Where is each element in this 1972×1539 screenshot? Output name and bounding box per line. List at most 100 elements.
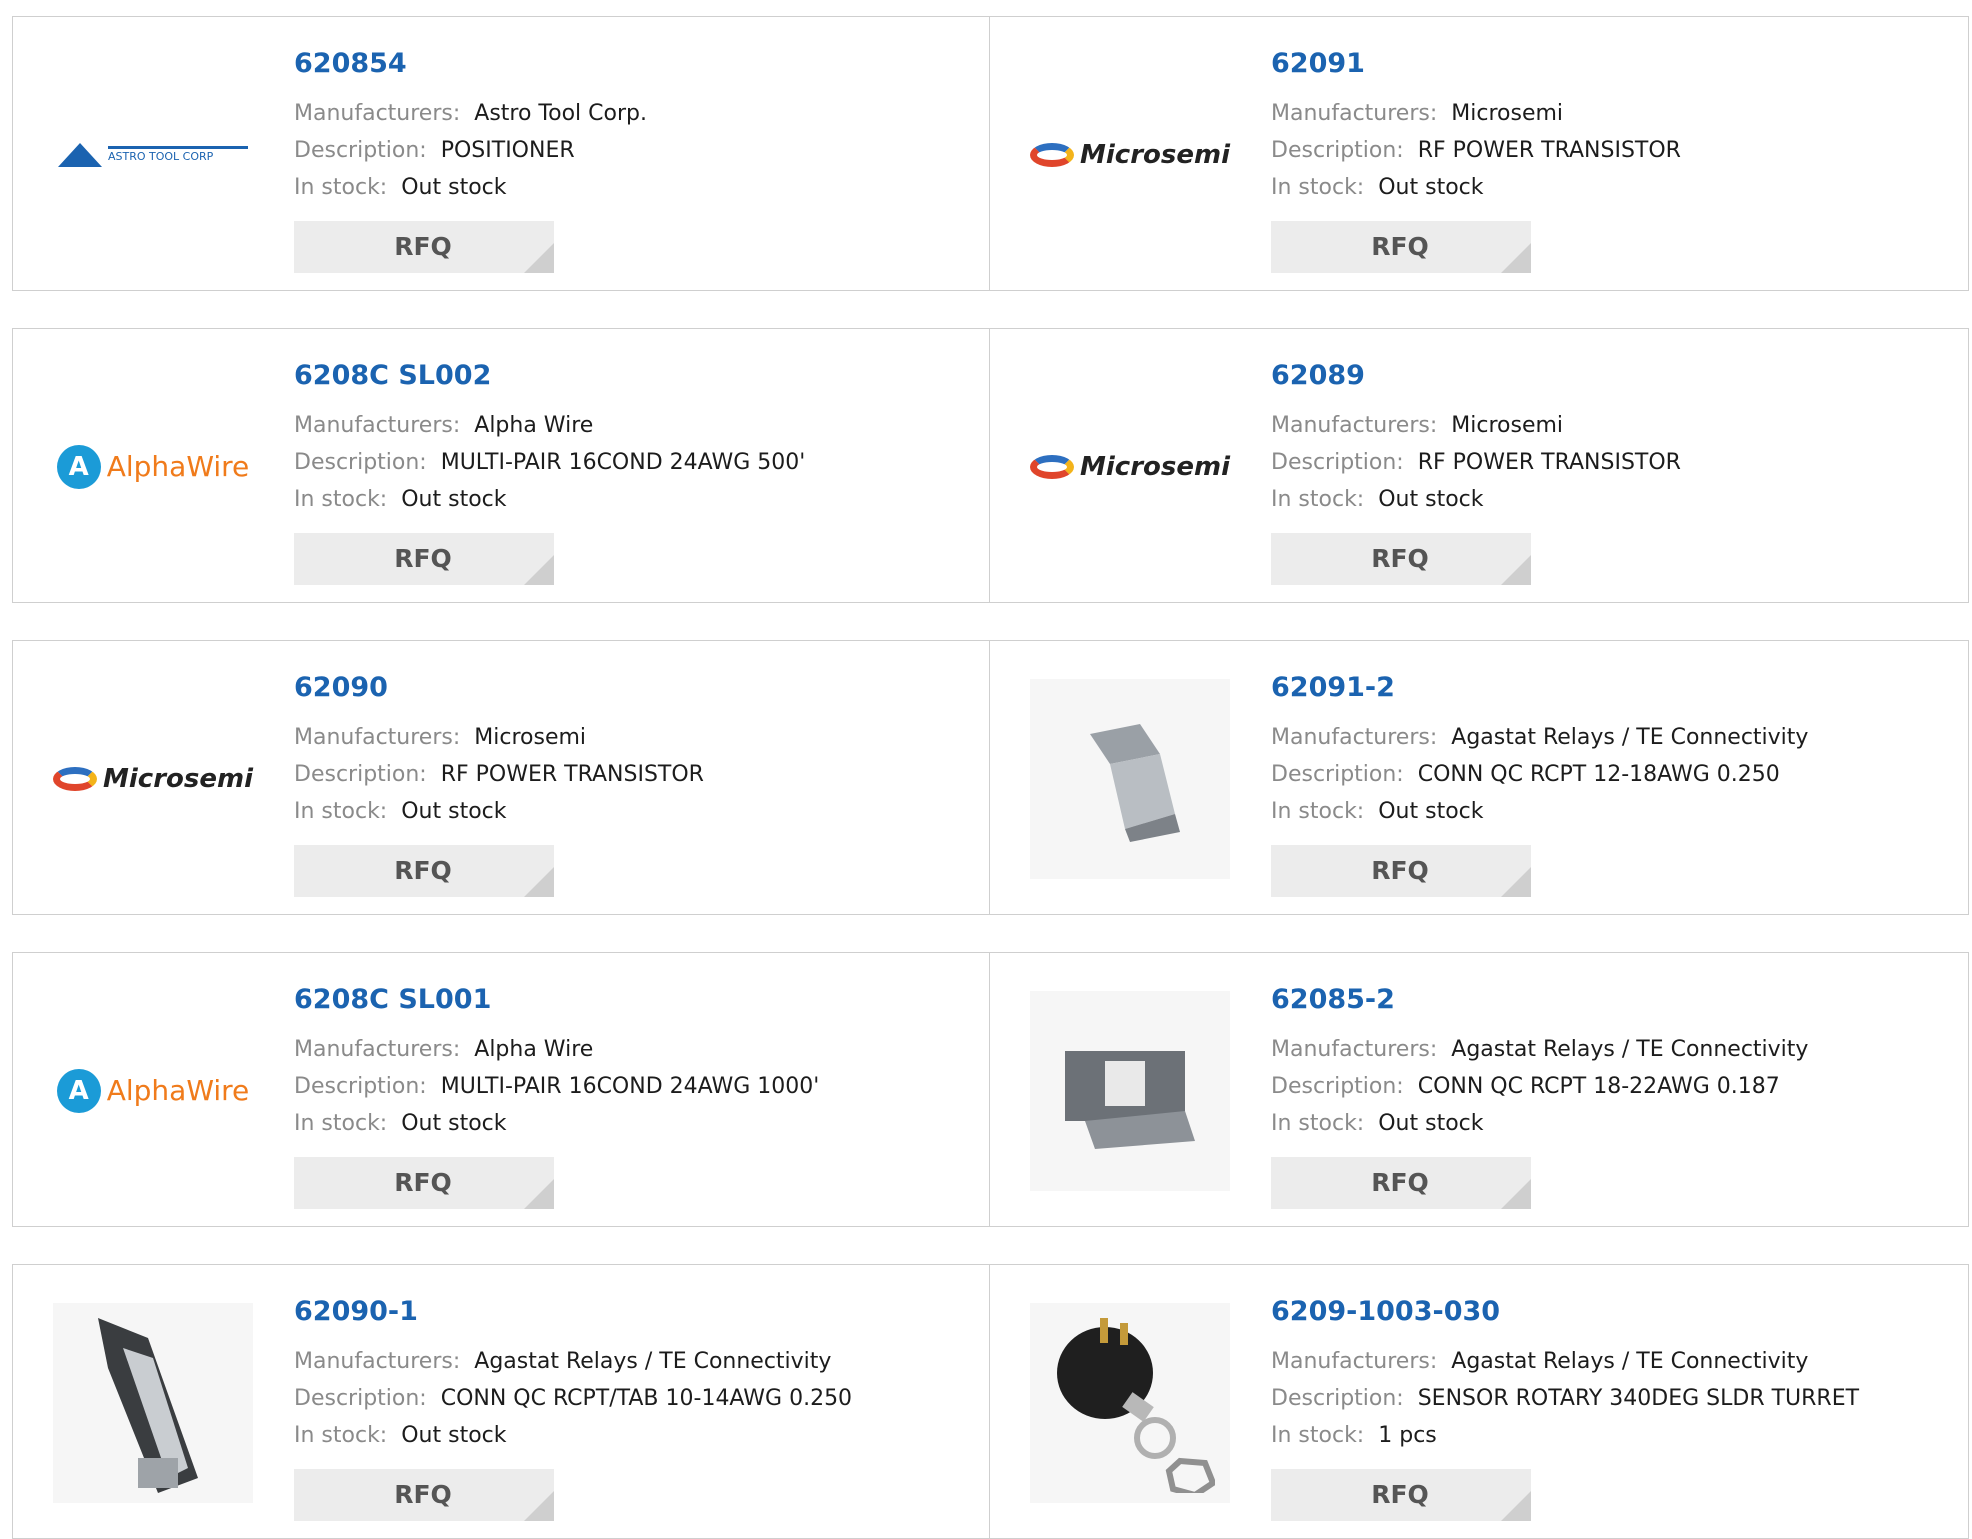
part-number-link[interactable]: 6208C SL001: [294, 983, 969, 1017]
manufacturer-value: Agastat Relays / TE Connectivity: [1451, 1037, 1809, 1062]
stock-value: Out stock: [401, 1423, 507, 1448]
product-grid: ASTRO TOOL CORP 620854 Manufacturers: Ast…: [12, 16, 1969, 1539]
rfq-button[interactable]: RFQ: [1271, 1157, 1531, 1209]
stock-value: Out stock: [1378, 175, 1484, 200]
manufacturer-value: Astro Tool Corp.: [474, 101, 647, 126]
stock-value: Out stock: [1378, 487, 1484, 512]
stock-value: Out stock: [401, 799, 507, 824]
part-number-link[interactable]: 62091-2: [1271, 671, 1948, 705]
stock-label: In stock:: [294, 1423, 388, 1448]
part-number-link[interactable]: 6208C SL002: [294, 359, 969, 393]
stock-label: In stock:: [1271, 175, 1365, 200]
part-number-link[interactable]: 62090-1: [294, 1295, 969, 1329]
manufacturer-label: Manufacturers:: [294, 1349, 461, 1374]
manufacturer-label: Manufacturers:: [1271, 1349, 1438, 1374]
product-card: Microsemi 62089 Manufacturers: Microsemi …: [990, 328, 1969, 603]
description-value: MULTI-PAIR 16COND 24AWG 1000': [440, 1074, 820, 1099]
manufacturer-value: Microsemi: [474, 725, 587, 750]
product-card: ASTRO TOOL CORP 620854 Manufacturers: Ast…: [12, 16, 990, 291]
stock-label: In stock:: [294, 487, 388, 512]
alphawire-logo: A AlphaWire: [53, 369, 253, 564]
connector-icon: [1090, 723, 1180, 842]
manufacturer-label: Manufacturers:: [1271, 101, 1438, 126]
product-card: A AlphaWire 6208C SL001 Manufacturers: Alp…: [12, 952, 990, 1227]
connector-photo: [1030, 990, 1230, 1191]
manufacturer-value: Alpha Wire: [474, 413, 594, 438]
description-label: Description:: [1271, 1386, 1404, 1411]
product-card: 62090-1 Manufacturers: Agastat Relays / T…: [12, 1264, 990, 1539]
description-value: POSITIONER: [440, 138, 575, 163]
description-label: Description:: [1271, 450, 1404, 475]
manufacturer-value: Agastat Relays / TE Connectivity: [1451, 725, 1809, 750]
stock-label: In stock:: [1271, 1423, 1365, 1448]
rfq-button[interactable]: RFQ: [294, 221, 554, 273]
part-number-link[interactable]: 62085-2: [1271, 983, 1948, 1017]
description-label: Description:: [294, 762, 427, 787]
stock-label: In stock:: [1271, 1111, 1365, 1136]
rfq-button[interactable]: RFQ: [294, 533, 554, 585]
stock-label: In stock:: [294, 799, 388, 824]
alphawire-logo: A AlphaWire: [53, 993, 253, 1188]
stock-value: 1 pcs: [1378, 1423, 1437, 1448]
connector-photo: [53, 1302, 253, 1503]
rfq-button[interactable]: RFQ: [294, 1157, 554, 1209]
manufacturer-label: Manufacturers:: [294, 725, 461, 750]
manufacturer-value: Microsemi: [1451, 101, 1564, 126]
rfq-button[interactable]: RFQ: [294, 1469, 554, 1521]
microsemi-logo: Microsemi: [53, 681, 253, 876]
part-number-link[interactable]: 6209-1003-030: [1271, 1295, 1948, 1329]
description-value: MULTI-PAIR 16COND 24AWG 500': [440, 450, 806, 475]
stock-label: In stock:: [1271, 799, 1365, 824]
description-value: RF POWER TRANSISTOR: [440, 762, 704, 787]
stock-value: Out stock: [401, 487, 507, 512]
connector-photo: [1030, 678, 1230, 879]
connector-icon: [98, 1317, 198, 1493]
manufacturer-label: Manufacturers:: [294, 413, 461, 438]
manufacturer-value: Alpha Wire: [474, 1037, 594, 1062]
astro-tool-logo: ASTRO TOOL CORP: [53, 57, 253, 252]
stock-value: Out stock: [1378, 1111, 1484, 1136]
manufacturer-label: Manufacturers:: [1271, 413, 1438, 438]
rfq-button[interactable]: RFQ: [1271, 221, 1531, 273]
rfq-button[interactable]: RFQ: [1271, 533, 1531, 585]
description-value: CONN QC RCPT 18-22AWG 0.187: [1417, 1074, 1780, 1099]
microsemi-logo: Microsemi: [1030, 57, 1230, 252]
stock-label: In stock:: [294, 1111, 388, 1136]
product-card: Microsemi 62091 Manufacturers: Microsemi …: [990, 16, 1969, 291]
description-value: SENSOR ROTARY 340DEG SLDR TURRET: [1417, 1386, 1860, 1411]
microsemi-logo: Microsemi: [1030, 369, 1230, 564]
description-value: RF POWER TRANSISTOR: [1417, 450, 1681, 475]
part-number-link[interactable]: 62089: [1271, 359, 1948, 393]
description-label: Description:: [1271, 762, 1404, 787]
stock-value: Out stock: [401, 1111, 507, 1136]
part-number-link[interactable]: 62091: [1271, 47, 1948, 81]
product-card: 62085-2 Manufacturers: Agastat Relays / T…: [990, 952, 1969, 1227]
rfq-button[interactable]: RFQ: [294, 845, 554, 897]
manufacturer-label: Manufacturers:: [294, 1037, 461, 1062]
manufacturer-value: Agastat Relays / TE Connectivity: [474, 1349, 832, 1374]
manufacturer-label: Manufacturers:: [1271, 725, 1438, 750]
description-value: CONN QC RCPT 12-18AWG 0.250: [1417, 762, 1780, 787]
manufacturer-label: Manufacturers:: [294, 101, 461, 126]
rotary-sensor-icon: [1057, 1317, 1215, 1493]
manufacturer-label: Manufacturers:: [1271, 1037, 1438, 1062]
product-card: 62091-2 Manufacturers: Agastat Relays / T…: [990, 640, 1969, 915]
description-label: Description:: [294, 138, 427, 163]
stock-value: Out stock: [401, 175, 507, 200]
manufacturer-value: Microsemi: [1451, 413, 1564, 438]
stock-label: In stock:: [294, 175, 388, 200]
product-card: A AlphaWire 6208C SL002 Manufacturers: Alp…: [12, 328, 990, 603]
description-value: RF POWER TRANSISTOR: [1417, 138, 1681, 163]
rotary-sensor-photo: [1030, 1302, 1230, 1503]
rfq-button[interactable]: RFQ: [1271, 845, 1531, 897]
description-label: Description:: [294, 450, 427, 475]
part-number-link[interactable]: 620854: [294, 47, 969, 81]
stock-label: In stock:: [1271, 487, 1365, 512]
part-number-link[interactable]: 62090: [294, 671, 969, 705]
description-label: Description:: [294, 1074, 427, 1099]
product-card: Microsemi 62090 Manufacturers: Microsemi …: [12, 640, 990, 915]
description-value: CONN QC RCPT/TAB 10-14AWG 0.250: [440, 1386, 853, 1411]
description-label: Description:: [1271, 138, 1404, 163]
stock-value: Out stock: [1378, 799, 1484, 824]
rfq-button[interactable]: RFQ: [1271, 1469, 1531, 1521]
